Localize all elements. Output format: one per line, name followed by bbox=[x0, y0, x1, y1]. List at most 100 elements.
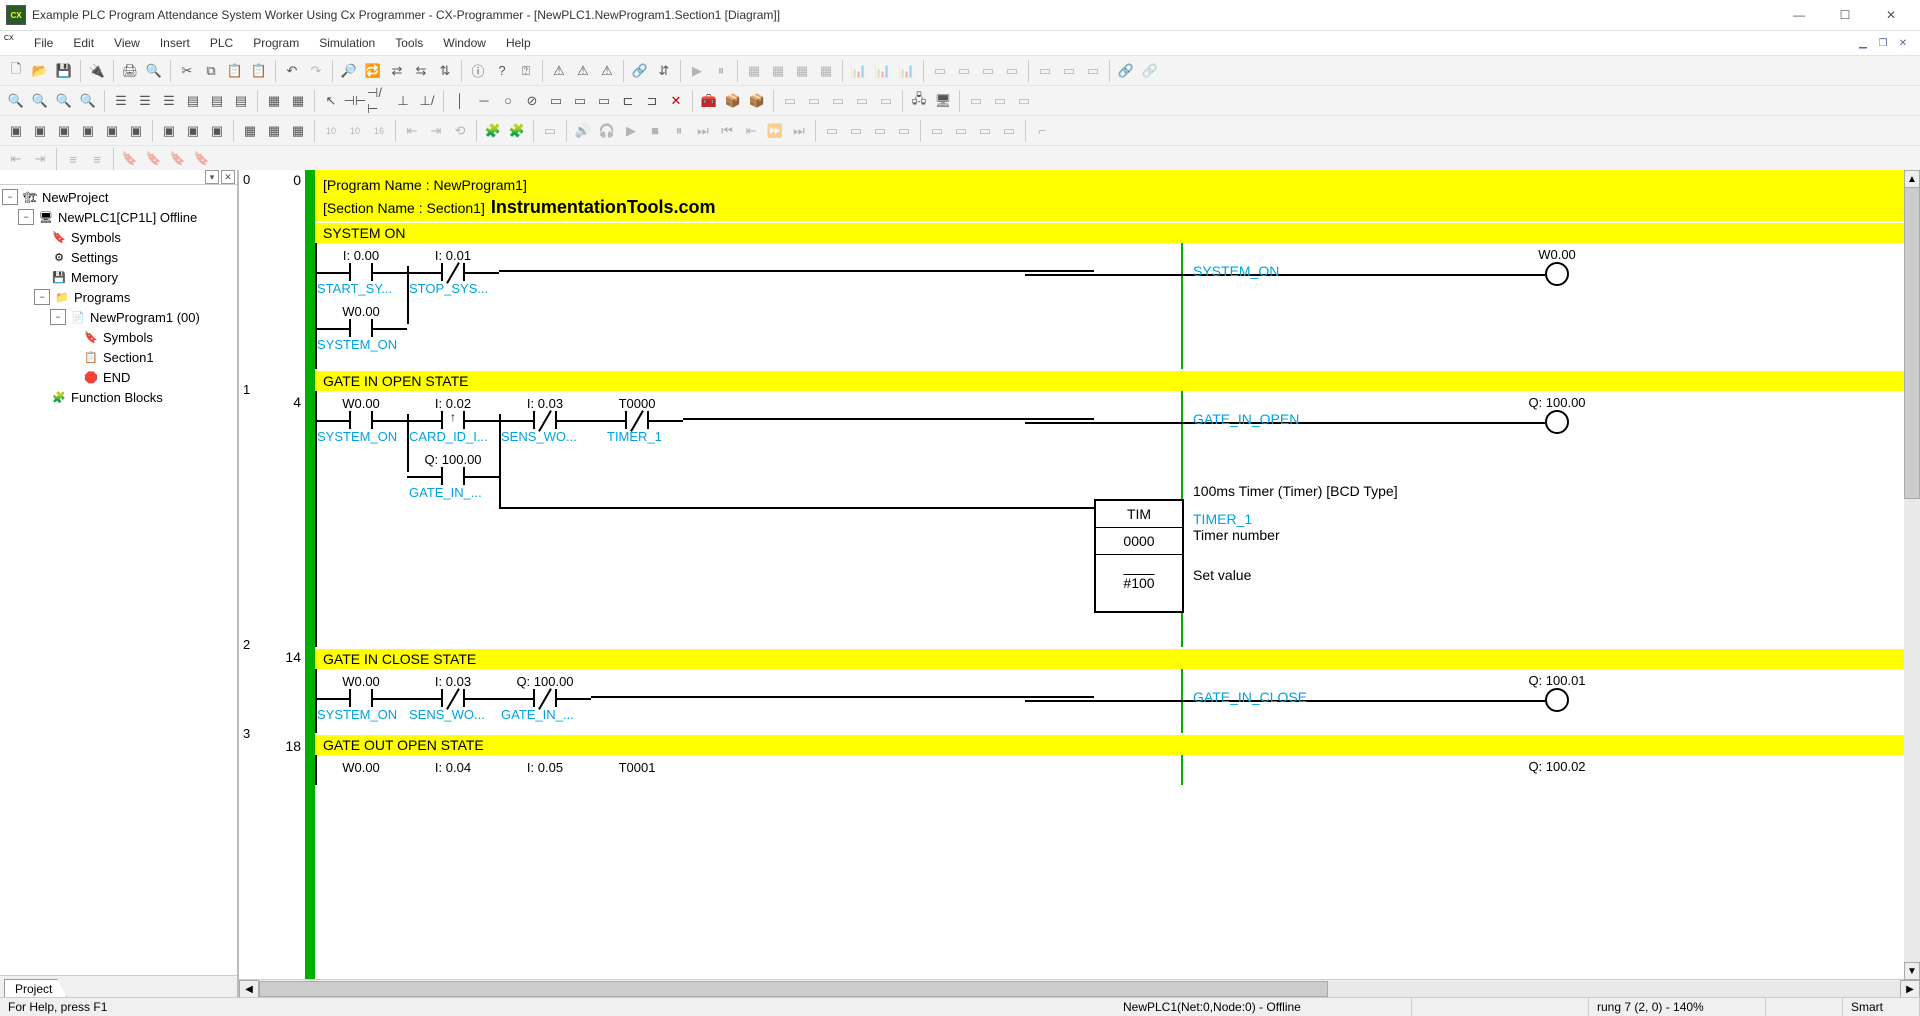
timer-block[interactable]: TIM 0000 #100 bbox=[1094, 499, 1184, 613]
minimize-button[interactable]: — bbox=[1776, 0, 1822, 30]
view4-icon[interactable]: ▤ bbox=[181, 89, 205, 113]
mem4-icon[interactable]: ▭ bbox=[1000, 59, 1024, 83]
whatsthis-icon[interactable]: ⍰ bbox=[514, 59, 538, 83]
wiz2-icon[interactable]: 📦 bbox=[721, 89, 745, 113]
h-scroll-thumb[interactable] bbox=[259, 981, 1328, 997]
close-button[interactable]: ✕ bbox=[1868, 0, 1914, 30]
menu-simulation[interactable]: Simulation bbox=[309, 33, 385, 53]
select-icon[interactable]: ↖ bbox=[319, 89, 343, 113]
al8-icon[interactable]: ▭ bbox=[997, 119, 1021, 143]
al4-icon[interactable]: ▭ bbox=[892, 119, 916, 143]
bm1-icon[interactable]: 🔖 bbox=[118, 147, 142, 171]
mon4-icon[interactable]: ▦ bbox=[814, 59, 838, 83]
help-icon[interactable]: ? bbox=[490, 59, 514, 83]
coil-icon[interactable]: ○ bbox=[496, 89, 520, 113]
v-scroll-thumb[interactable] bbox=[1904, 187, 1920, 499]
warn3-icon[interactable]: ⚠ bbox=[595, 59, 619, 83]
coil-nc-icon[interactable]: ⊘ bbox=[520, 89, 544, 113]
sim1-icon[interactable]: 🧩 bbox=[481, 119, 505, 143]
tree-fb[interactable]: 🧩Function Blocks bbox=[2, 387, 237, 407]
ladder-canvas[interactable]: 0 0 1 4 2 14 3 18 [Program Name : NewPro… bbox=[239, 170, 1920, 979]
menu-help[interactable]: Help bbox=[496, 33, 541, 53]
xref2-icon[interactable]: ⇆ bbox=[409, 59, 433, 83]
menu-window[interactable]: Window bbox=[433, 33, 496, 53]
play1-icon[interactable]: 🔊 bbox=[571, 119, 595, 143]
win4-icon[interactable]: ▣ bbox=[76, 119, 100, 143]
view3-icon[interactable]: ☰ bbox=[157, 89, 181, 113]
al3-icon[interactable]: ▭ bbox=[868, 119, 892, 143]
zoom-out-icon[interactable]: 🔍 bbox=[4, 89, 28, 113]
align1-icon[interactable]: ≡ bbox=[61, 147, 85, 171]
menu-view[interactable]: View bbox=[104, 33, 150, 53]
align2-icon[interactable]: ≡ bbox=[85, 147, 109, 171]
menu-plc[interactable]: PLC bbox=[200, 33, 243, 53]
stepb-icon[interactable]: ⏮ bbox=[715, 119, 739, 143]
trace1-icon[interactable]: 📊 bbox=[847, 59, 871, 83]
paste2-icon[interactable]: 📋 bbox=[247, 59, 271, 83]
func4-icon[interactable]: ⊏ bbox=[616, 89, 640, 113]
mon1-icon[interactable]: ▦ bbox=[742, 59, 766, 83]
xref3-icon[interactable]: ⇅ bbox=[433, 59, 457, 83]
d10-icon[interactable]: 10 bbox=[319, 119, 343, 143]
zoom-fit-icon[interactable]: 🔍 bbox=[52, 89, 76, 113]
ff-icon[interactable]: ⏩ bbox=[763, 119, 787, 143]
nav2-icon[interactable]: ⇥ bbox=[424, 119, 448, 143]
grid1-icon[interactable]: ▦ bbox=[238, 119, 262, 143]
win2-icon[interactable]: ▣ bbox=[28, 119, 52, 143]
step-icon[interactable]: ⏭ bbox=[691, 119, 715, 143]
pane-dropdown-icon[interactable]: ▾ bbox=[205, 170, 219, 184]
mon3-icon[interactable]: ▦ bbox=[790, 59, 814, 83]
transfer-icon[interactable]: ⇵ bbox=[652, 59, 676, 83]
mdi-close[interactable]: ✕ bbox=[1894, 35, 1912, 51]
al6-icon[interactable]: ▭ bbox=[949, 119, 973, 143]
zoom-in-icon[interactable]: 🔍 bbox=[28, 89, 52, 113]
mem5-icon[interactable]: ▭ bbox=[1033, 59, 1057, 83]
net4-icon[interactable]: ▭ bbox=[988, 89, 1012, 113]
func3-icon[interactable]: ▭ bbox=[592, 89, 616, 113]
dbg1-icon[interactable]: ▭ bbox=[778, 89, 802, 113]
nav1-icon[interactable]: ⇤ bbox=[400, 119, 424, 143]
mem3-icon[interactable]: ▭ bbox=[976, 59, 1000, 83]
contact-no-icon[interactable]: ⊣⊢ bbox=[343, 89, 367, 113]
win1-icon[interactable]: ▣ bbox=[4, 119, 28, 143]
scroll-right-icon[interactable]: ▶ bbox=[1900, 980, 1920, 998]
xref-icon[interactable]: ⇄ bbox=[385, 59, 409, 83]
scroll-down-icon[interactable]: ▼ bbox=[1904, 962, 1920, 980]
link2-icon[interactable]: 🔗 bbox=[1138, 59, 1162, 83]
view5-icon[interactable]: ▤ bbox=[205, 89, 229, 113]
win5-icon[interactable]: ▣ bbox=[100, 119, 124, 143]
vertical-scrollbar[interactable]: ▲ ▼ bbox=[1904, 170, 1920, 980]
net5-icon[interactable]: ▭ bbox=[1012, 89, 1036, 113]
grid3-icon[interactable]: ▦ bbox=[286, 119, 310, 143]
tree-programs[interactable]: −📁Programs bbox=[2, 287, 237, 307]
al1-icon[interactable]: ▭ bbox=[820, 119, 844, 143]
print-icon[interactable]: 🖨 bbox=[118, 59, 142, 83]
open-icon[interactable]: 📂 bbox=[28, 59, 52, 83]
win7-icon[interactable]: ▣ bbox=[157, 119, 181, 143]
win8-icon[interactable]: ▣ bbox=[181, 119, 205, 143]
d16-icon[interactable]: 16 bbox=[367, 119, 391, 143]
tree-root[interactable]: −🏗NewProject bbox=[2, 187, 237, 207]
view1-icon[interactable]: ☰ bbox=[109, 89, 133, 113]
tab-project[interactable]: Project bbox=[4, 979, 67, 998]
pane-close-icon[interactable]: ✕ bbox=[221, 170, 235, 184]
al5-icon[interactable]: ▭ bbox=[925, 119, 949, 143]
end-icon[interactable]: ⏭ bbox=[787, 119, 811, 143]
rung-3[interactable]: W0.00 I: 0.04 I: 0.05 T0001 Q: 100.02 bbox=[315, 755, 1904, 785]
run-icon[interactable]: ▶ bbox=[685, 59, 709, 83]
stop-icon[interactable]: ■ bbox=[643, 119, 667, 143]
scroll-up-icon[interactable]: ▲ bbox=[1904, 170, 1920, 188]
contact-ornc-icon[interactable]: ⊥/ bbox=[415, 89, 439, 113]
mem7-icon[interactable]: ▭ bbox=[1081, 59, 1105, 83]
func2-icon[interactable]: ▭ bbox=[568, 89, 592, 113]
contact-or-icon[interactable]: ⊥ bbox=[391, 89, 415, 113]
plc-icon[interactable]: 🔌 bbox=[85, 59, 109, 83]
bm4-icon[interactable]: 🔖 bbox=[190, 147, 214, 171]
paste-icon[interactable]: 📋 bbox=[223, 59, 247, 83]
tree-end[interactable]: 🛑END bbox=[2, 367, 237, 387]
wiz3-icon[interactable]: 📦 bbox=[745, 89, 769, 113]
scroll-left-icon[interactable]: ◀ bbox=[239, 980, 259, 998]
del-icon[interactable]: ✕ bbox=[664, 89, 688, 113]
warn1-icon[interactable]: ⚠ bbox=[547, 59, 571, 83]
tree-prog-symbols[interactable]: 🔖Symbols bbox=[2, 327, 237, 347]
